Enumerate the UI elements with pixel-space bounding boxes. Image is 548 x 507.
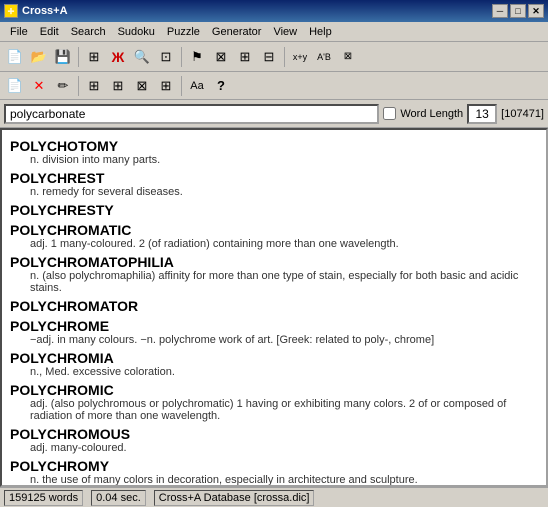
cross-icon[interactable]: ⊠ bbox=[210, 46, 232, 68]
entry-definition: n. division into many parts. bbox=[30, 154, 538, 166]
ab-icon[interactable]: A'B bbox=[313, 46, 335, 68]
results-content[interactable]: POLYCHOTOMYn. division into many parts. P… bbox=[0, 128, 548, 487]
toolbar-secondary: 📄 ✕ ✏ ⊞ ⊞ ⊠ ⊞ Aa ? bbox=[0, 72, 548, 100]
word-length-label: Word Length bbox=[400, 108, 463, 120]
grid5-icon[interactable]: ⊞ bbox=[155, 75, 177, 97]
separator-5 bbox=[181, 76, 182, 96]
word-count-status: 159125 words bbox=[4, 490, 83, 506]
save-icon[interactable]: 💾 bbox=[52, 46, 74, 68]
search-input[interactable] bbox=[4, 104, 379, 124]
total-count: [107471] bbox=[501, 108, 544, 120]
menu-edit[interactable]: Edit bbox=[34, 24, 65, 40]
time-status: 0.04 sec. bbox=[91, 490, 146, 506]
entry-word: POLYCHROMIA bbox=[10, 350, 538, 366]
search-icon[interactable]: 🔍 bbox=[131, 46, 153, 68]
entry-word: POLYCHROMOUS bbox=[10, 426, 538, 442]
grid2-icon[interactable]: ⊞ bbox=[83, 75, 105, 97]
entry-definition: −adj. in many colours. −n. polychrome wo… bbox=[30, 334, 538, 346]
entry-word: POLYCHROMIC bbox=[10, 382, 538, 398]
entry-definition: n. remedy for several diseases. bbox=[30, 186, 538, 198]
export-icon[interactable]: ⊠ bbox=[337, 46, 359, 68]
toolbar-main: 📄 📂 💾 ⊞ Ж 🔍 ⊡ ⚑ ⊠ ⊞ ⊟ x+y A'B ⊠ bbox=[0, 42, 548, 72]
entry-word: POLYCHROMATOR bbox=[10, 298, 538, 314]
edit-icon[interactable]: ✏ bbox=[52, 75, 74, 97]
database-text: Cross+A Database [crossa.dic] bbox=[159, 492, 310, 504]
entry-word: POLYCHREST bbox=[10, 170, 538, 186]
help-icon[interactable]: ? bbox=[210, 75, 232, 97]
block-icon[interactable]: ⊡ bbox=[155, 46, 177, 68]
entry-word: POLYCHROMATIC bbox=[10, 222, 538, 238]
title-bar: ✛ Cross+A ─ □ ✕ bbox=[0, 0, 548, 22]
menu-bar: File Edit Search Sudoku Puzzle Generator… bbox=[0, 22, 548, 42]
menu-file[interactable]: File bbox=[4, 24, 34, 40]
entry-word: POLYCHRESTY bbox=[10, 202, 538, 218]
grid3-icon[interactable]: ⊞ bbox=[107, 75, 129, 97]
entry-definition: n., Med. excessive coloration. bbox=[30, 366, 538, 378]
separator-4 bbox=[78, 76, 79, 96]
maximize-button[interactable]: □ bbox=[510, 4, 526, 18]
text-icon[interactable]: Aa bbox=[186, 75, 208, 97]
menu-generator[interactable]: Generator bbox=[206, 24, 268, 40]
entry-definition: adj. 1 many-coloured. 2 (of radiation) c… bbox=[30, 238, 538, 250]
title-bar-text: Cross+A bbox=[22, 5, 68, 17]
word-count-text: 159125 words bbox=[9, 492, 78, 504]
grid-icon[interactable]: ⊞ bbox=[83, 46, 105, 68]
word-length-checkbox[interactable] bbox=[383, 107, 396, 120]
app-icon: ✛ bbox=[4, 4, 18, 18]
word-length-input[interactable] bbox=[467, 104, 497, 124]
entry-definition: n. (also polychromaphilia) affinity for … bbox=[30, 270, 538, 294]
database-status: Cross+A Database [crossa.dic] bbox=[154, 490, 315, 506]
separator-1 bbox=[78, 47, 79, 67]
minus-grid-icon[interactable]: ⊟ bbox=[258, 46, 280, 68]
search-bar: Word Length [107471] bbox=[0, 100, 548, 128]
menu-search[interactable]: Search bbox=[65, 24, 112, 40]
menu-help[interactable]: Help bbox=[303, 24, 338, 40]
plus-grid-icon[interactable]: ⊞ bbox=[234, 46, 256, 68]
entry-word: POLYCHROME bbox=[10, 318, 538, 334]
menu-sudoku[interactable]: Sudoku bbox=[112, 24, 161, 40]
xy-icon[interactable]: x+y bbox=[289, 46, 311, 68]
entry-definition: n. the use of many colors in decoration,… bbox=[30, 474, 538, 486]
flag-icon[interactable]: ⚑ bbox=[186, 46, 208, 68]
menu-view[interactable]: View bbox=[267, 24, 303, 40]
close-button[interactable]: ✕ bbox=[528, 4, 544, 18]
letter-icon[interactable]: Ж bbox=[107, 46, 129, 68]
entry-word: POLYCHOTOMY bbox=[10, 138, 538, 154]
entry-word: POLYCHROMY bbox=[10, 458, 538, 474]
new2-icon[interactable]: 📄 bbox=[4, 75, 26, 97]
entry-definition: adj. many-coloured. bbox=[30, 442, 538, 454]
time-text: 0.04 sec. bbox=[96, 492, 141, 504]
new-icon[interactable]: 📄 bbox=[4, 46, 26, 68]
entry-word: POLYCHROMATOPHILIA bbox=[10, 254, 538, 270]
delete-icon[interactable]: ✕ bbox=[28, 75, 50, 97]
status-bar: 159125 words 0.04 sec. Cross+A Database … bbox=[0, 487, 548, 507]
menu-puzzle[interactable]: Puzzle bbox=[161, 24, 206, 40]
separator-3 bbox=[284, 47, 285, 67]
grid4-icon[interactable]: ⊠ bbox=[131, 75, 153, 97]
entry-definition: adj. (also polychromous or polychromatic… bbox=[30, 398, 538, 422]
minimize-button[interactable]: ─ bbox=[492, 4, 508, 18]
word-length-area: Word Length [107471] bbox=[383, 104, 544, 124]
separator-2 bbox=[181, 47, 182, 67]
open-icon[interactable]: 📂 bbox=[28, 46, 50, 68]
